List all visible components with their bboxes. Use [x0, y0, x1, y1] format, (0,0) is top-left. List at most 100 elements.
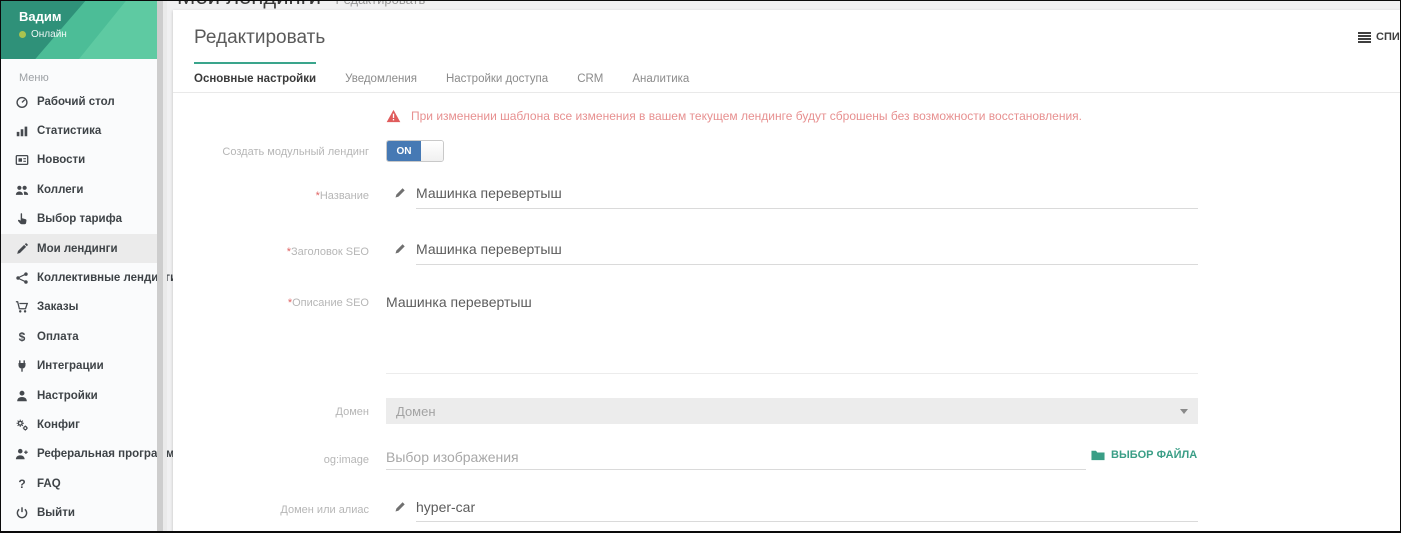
folder-icon — [1091, 449, 1105, 461]
sidebar-item-faq[interactable]: ? FAQ — [1, 469, 157, 498]
name-input-value[interactable]: Машинка перевертыш — [416, 185, 562, 201]
gears-icon — [14, 417, 30, 433]
og-image-underline — [386, 469, 1086, 470]
edit-pencil-icon — [394, 243, 406, 255]
tab-bar: Основные настройки Уведомления Настройки… — [173, 62, 1400, 93]
app-window: Вадим Онлайн Меню Рабочий стол Статистик… — [0, 0, 1401, 533]
tab-notifications[interactable]: Уведомления — [345, 62, 417, 92]
sidebar-item-referral[interactable]: Реферальная программа — [1, 440, 157, 469]
cart-icon — [14, 299, 30, 315]
list-button-label: СПИСОК — [1376, 31, 1401, 43]
alias-input-value[interactable]: hyper-car — [416, 499, 475, 515]
sidebar-item-tariff[interactable]: Выбор тарифа — [1, 205, 157, 234]
plug-icon — [14, 358, 30, 374]
news-icon — [14, 152, 30, 168]
edit-pencil-icon — [394, 501, 406, 513]
sidebar-item-label: Выйти — [37, 507, 75, 519]
seo-description-underline — [386, 373, 1198, 374]
tab-access-settings[interactable]: Настройки доступа — [446, 62, 548, 92]
user-icon — [14, 388, 30, 404]
alias-field[interactable]: hyper-car — [386, 497, 1198, 522]
toggle-off-segment — [421, 141, 443, 161]
seo-title-label: *Заголовок SEO — [173, 246, 369, 258]
online-status-dot-icon — [19, 31, 26, 38]
sidebar-item-label: Мои лендинги — [37, 243, 118, 255]
chevron-down-icon — [1180, 409, 1188, 414]
sidebar: Вадим Онлайн Меню Рабочий стол Статистик… — [1, 1, 157, 531]
breadcrumb: Редактировать — [335, 0, 425, 7]
tab-analytics[interactable]: Аналитика — [632, 62, 689, 92]
name-field[interactable]: Машинка перевертыш — [386, 183, 1198, 209]
sidebar-item-orders[interactable]: Заказы — [1, 293, 157, 322]
seo-description-field[interactable]: Машинка перевертыш — [386, 292, 1198, 374]
sidebar-item-label: Оплата — [37, 331, 79, 343]
menu-section-label: Меню — [19, 72, 157, 84]
sidebar-item-collective-landings[interactable]: Коллективные лендинги — [1, 263, 157, 292]
user-status: Онлайн — [19, 29, 67, 40]
modular-landing-label: Создать модульный лендинг — [173, 146, 369, 158]
list-button[interactable]: СПИСОК — [1358, 31, 1401, 43]
og-image-label: og:image — [173, 454, 369, 466]
pen-icon — [14, 241, 30, 257]
sidebar-item-label: Статистика — [37, 125, 101, 137]
dollar-icon: $ — [14, 329, 30, 345]
seo-description-label: *Описание SEO — [173, 297, 369, 309]
sidebar-scrollbar-thumb[interactable] — [157, 1, 163, 531]
choose-file-button-label: ВЫБОР ФАЙЛА — [1111, 449, 1197, 461]
main-content: Мои лендинги Редактировать Редактировать… — [167, 1, 1400, 531]
domain-select[interactable]: Домен — [386, 398, 1198, 424]
user-name: Вадим — [19, 9, 61, 24]
domain-label: Домен — [173, 406, 369, 418]
sidebar-item-statistics[interactable]: Статистика — [1, 116, 157, 145]
seo-title-field[interactable]: Машинка перевертыш — [386, 239, 1198, 265]
sidebar-item-label: Новости — [37, 154, 85, 166]
alias-input-underline — [416, 521, 1198, 522]
sidebar-item-dashboard[interactable]: Рабочий стол — [1, 87, 157, 116]
edit-pencil-icon — [394, 187, 406, 199]
choose-file-button[interactable]: ВЫБОР ФАЙЛА — [1091, 449, 1197, 461]
sidebar-item-settings[interactable]: Настройки — [1, 381, 157, 410]
name-label: *Название — [173, 190, 369, 202]
sidebar-item-label: FAQ — [37, 478, 61, 490]
sidebar-item-colleagues[interactable]: Коллеги — [1, 175, 157, 204]
og-image-field[interactable]: Выбор изображения ВЫБОР ФАЙЛА — [386, 447, 1198, 470]
dashboard-icon — [14, 94, 30, 110]
modular-landing-toggle[interactable]: ON — [386, 140, 444, 162]
sidebar-scrollbar[interactable] — [157, 1, 167, 531]
sidebar-item-label: Интеграции — [37, 360, 104, 372]
name-input-underline — [416, 208, 1198, 209]
toggle-on-segment: ON — [387, 141, 421, 161]
power-icon — [14, 505, 30, 521]
sidebar-item-config[interactable]: Конфиг — [1, 410, 157, 439]
og-image-input-placeholder[interactable]: Выбор изображения — [386, 449, 519, 465]
tab-crm[interactable]: CRM — [577, 62, 603, 92]
users-icon — [14, 182, 30, 198]
seo-title-input-value[interactable]: Машинка перевертыш — [416, 241, 562, 257]
sidebar-item-label: Рабочий стол — [37, 96, 115, 108]
domain-select-placeholder: Домен — [396, 404, 436, 419]
list-icon — [1358, 32, 1371, 43]
sidebar-item-payment[interactable]: $ Оплата — [1, 322, 157, 351]
seo-description-textarea-value[interactable]: Машинка перевертыш — [386, 294, 532, 310]
warning-triangle-icon — [386, 109, 401, 123]
sidebar-item-logout[interactable]: Выйти — [1, 498, 157, 527]
hand-pointer-icon — [14, 211, 30, 227]
tab-main-settings[interactable]: Основные настройки — [194, 62, 316, 92]
user-plus-icon — [14, 446, 30, 462]
edit-card: Редактировать СПИСОК Основные настройки … — [173, 10, 1400, 533]
warning-text: При изменении шаблона все изменения в ва… — [411, 109, 1082, 123]
card-title: Редактировать — [194, 27, 325, 49]
sidebar-item-label: Заказы — [37, 301, 78, 313]
sidebar-item-news[interactable]: Новости — [1, 146, 157, 175]
template-warning: При изменении шаблона все изменения в ва… — [386, 109, 1082, 123]
bar-chart-icon — [14, 123, 30, 139]
page-title: Мои лендинги — [177, 0, 321, 9]
sidebar-item-integrations[interactable]: Интеграции — [1, 352, 157, 381]
sidebar-item-label: Конфиг — [37, 419, 80, 431]
share-icon — [14, 270, 30, 286]
question-icon: ? — [14, 476, 30, 492]
sidebar-item-label: Выбор тарифа — [37, 213, 122, 225]
sidebar-item-my-landings[interactable]: Мои лендинги — [1, 234, 157, 263]
sidebar-item-label: Настройки — [37, 390, 98, 402]
alias-label: Домен или алиас — [173, 504, 369, 516]
